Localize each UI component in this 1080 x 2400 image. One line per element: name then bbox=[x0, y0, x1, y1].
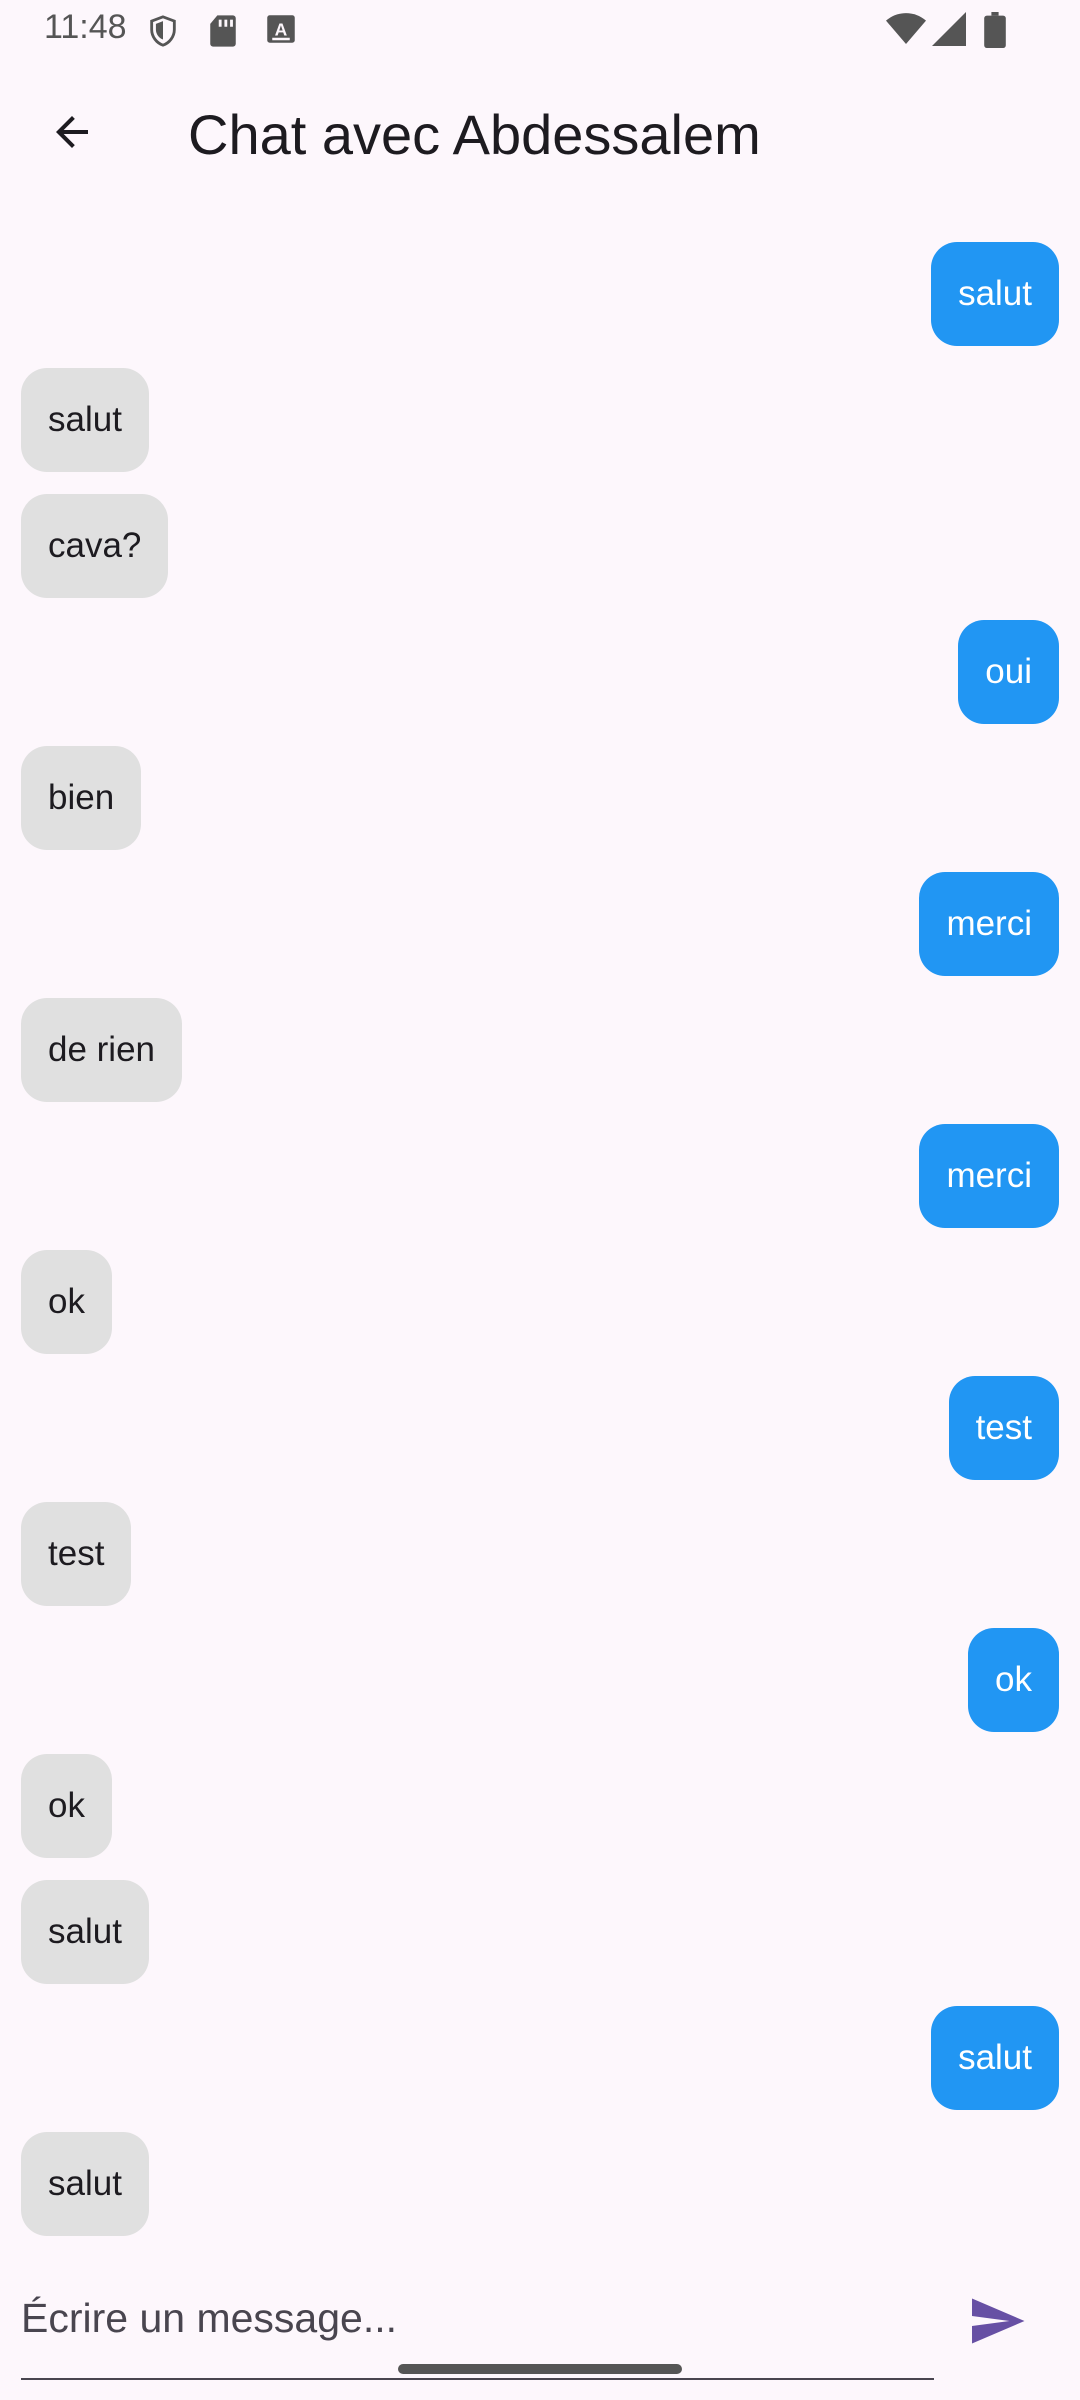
message-bubble-sent: merci bbox=[919, 872, 1059, 976]
sd-card-icon bbox=[208, 14, 238, 53]
send-button[interactable] bbox=[962, 2288, 1032, 2358]
arrow-back-icon bbox=[48, 108, 96, 161]
message-bubble-received: bien bbox=[21, 746, 142, 850]
app-bar: Chat avec Abdessalem bbox=[0, 62, 1080, 208]
message-bubble-received: ok bbox=[21, 1250, 112, 1354]
battery-icon bbox=[984, 12, 1006, 53]
message-bubble-received: ok bbox=[21, 1754, 112, 1858]
message-bubble-received: cava? bbox=[21, 494, 169, 598]
message-bubble-sent: merci bbox=[919, 1124, 1059, 1228]
gesture-navigation-bar bbox=[398, 2364, 682, 2374]
message-bubble-received: salut bbox=[21, 1880, 149, 1984]
shield-icon bbox=[146, 14, 180, 53]
back-button[interactable] bbox=[36, 98, 108, 170]
status-bar: 11:48 A bbox=[0, 0, 1080, 62]
message-list[interactable]: salut salut cava? oui bien merci de rien… bbox=[0, 208, 1080, 2258]
message-bubble-received: salut bbox=[21, 2132, 149, 2236]
svg-text:A: A bbox=[275, 19, 288, 39]
message-bubble-sent: ok bbox=[968, 1628, 1059, 1732]
message-bubble-received: test bbox=[21, 1502, 132, 1606]
status-time: 11:48 bbox=[44, 8, 127, 46]
message-bubble-received: de rien bbox=[21, 998, 183, 1102]
cell-signal-icon bbox=[932, 12, 966, 51]
message-bubble-sent: test bbox=[948, 1376, 1059, 1480]
message-bubble-sent: oui bbox=[958, 620, 1059, 724]
message-bubble-sent: salut bbox=[931, 2006, 1059, 2110]
send-icon bbox=[967, 2291, 1027, 2356]
wifi-icon bbox=[886, 12, 926, 51]
keyboard-a-icon: A bbox=[266, 14, 296, 49]
message-input[interactable] bbox=[21, 2258, 934, 2380]
composer bbox=[0, 2258, 1080, 2400]
message-bubble-received: salut bbox=[21, 368, 149, 472]
page-title: Chat avec Abdessalem bbox=[188, 103, 761, 166]
message-bubble-sent: salut bbox=[931, 242, 1059, 346]
